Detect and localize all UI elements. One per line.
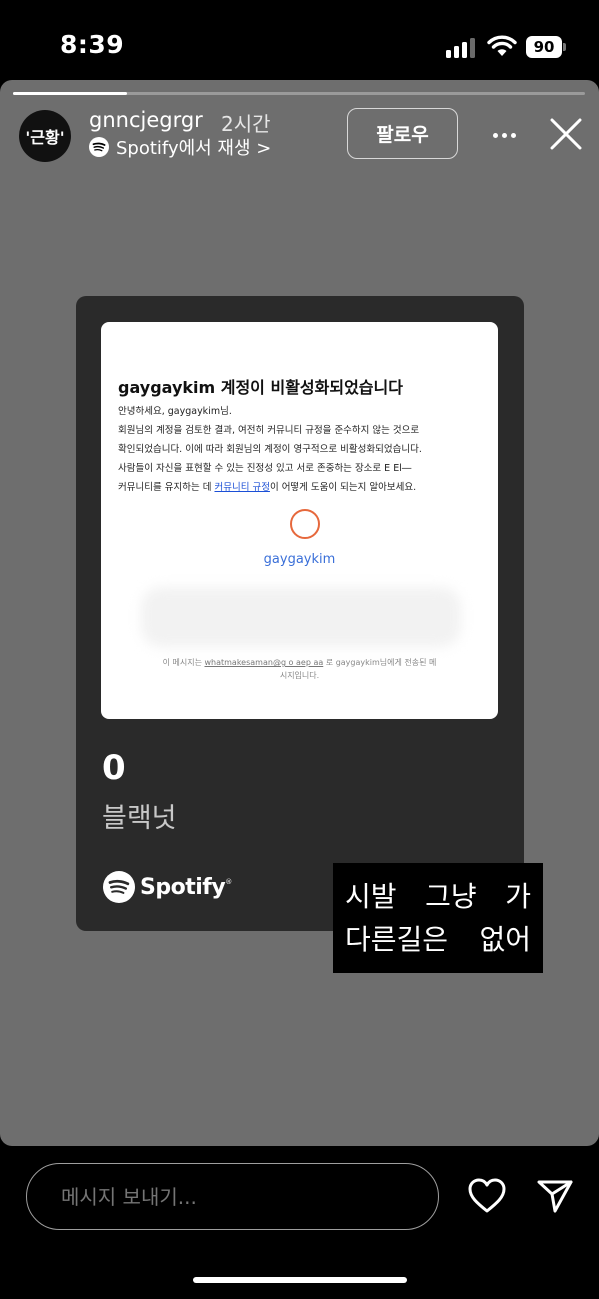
caption-line: 시발 그냥 가 bbox=[345, 880, 531, 913]
home-indicator bbox=[193, 1277, 407, 1283]
screenshot-line: 확인되었습니다. 이에 따라 회원님의 계정이 영구적으로 비활성화되었습니다. bbox=[118, 444, 422, 455]
time-ago: 2시간 bbox=[221, 112, 271, 136]
screenshot-text: 커뮤니티를 유지하는 데 bbox=[118, 482, 215, 493]
screenshot-footer: 이 메시지는 whatmakesaman@g o aep aa 로 gaygay… bbox=[101, 656, 498, 682]
story-caption: 시발 그냥 가 다른길은 없어 bbox=[333, 863, 543, 973]
send-icon[interactable] bbox=[535, 1176, 575, 1216]
more-icon[interactable] bbox=[486, 120, 522, 150]
community-guidelines-link: 커뮤니티 규정 bbox=[214, 482, 270, 493]
screenshot-title: gaygaykim 계정이 비활성화되었습니다 bbox=[118, 378, 403, 397]
screenshot-account-name: gaygaykim bbox=[263, 552, 336, 567]
message-input[interactable] bbox=[26, 1163, 439, 1230]
footer-text: 로 gaygaykim님에게 전송된 메 bbox=[323, 658, 437, 667]
music-source-label: Spotify에서 재생 > bbox=[116, 138, 272, 159]
footer-text: 이 메시지는 bbox=[162, 658, 205, 667]
footer-email: whatmakesaman@g o aep aa bbox=[204, 658, 324, 667]
follow-button[interactable]: 팔로우 bbox=[347, 108, 458, 159]
music-source-link[interactable]: Spotify에서 재생 > bbox=[89, 136, 272, 159]
spotify-icon bbox=[103, 871, 135, 903]
instagram-logo-icon bbox=[290, 509, 320, 539]
heart-icon[interactable] bbox=[467, 1177, 507, 1215]
track-artist: 블랙넛 bbox=[102, 803, 177, 834]
wifi-icon bbox=[487, 35, 517, 56]
spotify-icon bbox=[89, 137, 109, 157]
battery-level: 90 bbox=[526, 36, 562, 58]
screenshot-line: 회원님의 계정을 검토한 결과, 여전히 커뮤니티 규정을 준수하지 않는 것으… bbox=[118, 425, 420, 436]
blurred-area bbox=[141, 587, 461, 647]
close-icon[interactable] bbox=[548, 116, 584, 152]
caption-line: 다른길은 없어 bbox=[345, 923, 531, 956]
avatar[interactable]: '근황' bbox=[19, 110, 71, 162]
music-sticker-card[interactable]: gaygaykim 계정이 비활성화되었습니다 안녕하세요, gaygaykim… bbox=[76, 296, 524, 931]
screenshot-body: 안녕하세요, gaygaykim님. 회원님의 계정을 검토한 결과, 여전히 … bbox=[118, 402, 488, 497]
footer-text: 시지입니다. bbox=[279, 671, 320, 680]
battery-icon: 90 bbox=[526, 36, 566, 58]
screenshot-line: 커뮤니티를 유지하는 데 커뮤니티 규정이 어떻게 도움이 되는지 알아보세요. bbox=[118, 478, 488, 497]
track-count: 0 bbox=[102, 748, 126, 788]
story-view[interactable]: '근황' gnncjegrgr 2시간 Spotify에서 재생 > 팔로우 g… bbox=[0, 80, 599, 1146]
screenshot-text: 이 어떻게 도움이 되는지 알아보세요. bbox=[269, 482, 417, 493]
screenshot-greeting: 안녕하세요, gaygaykim님. bbox=[118, 406, 232, 417]
screenshot-line: 사람들이 자신을 표현할 수 있는 진정성 있고 서로 존중하는 장소로 E E… bbox=[118, 463, 412, 474]
status-time: 8:39 bbox=[60, 30, 125, 59]
album-art-screenshot: gaygaykim 계정이 비활성화되었습니다 안녕하세요, gaygaykim… bbox=[101, 322, 498, 719]
username[interactable]: gnncjegrgr bbox=[89, 108, 203, 132]
status-bar: 8:39 90 bbox=[0, 0, 599, 80]
story-progress-fill bbox=[13, 92, 128, 95]
spotify-trademark: ® bbox=[225, 878, 233, 886]
cellular-signal-icon bbox=[446, 38, 478, 58]
spotify-logo: Spotify ® bbox=[103, 871, 232, 903]
story-progress-bar bbox=[13, 92, 585, 95]
spotify-wordmark: Spotify bbox=[140, 874, 226, 900]
